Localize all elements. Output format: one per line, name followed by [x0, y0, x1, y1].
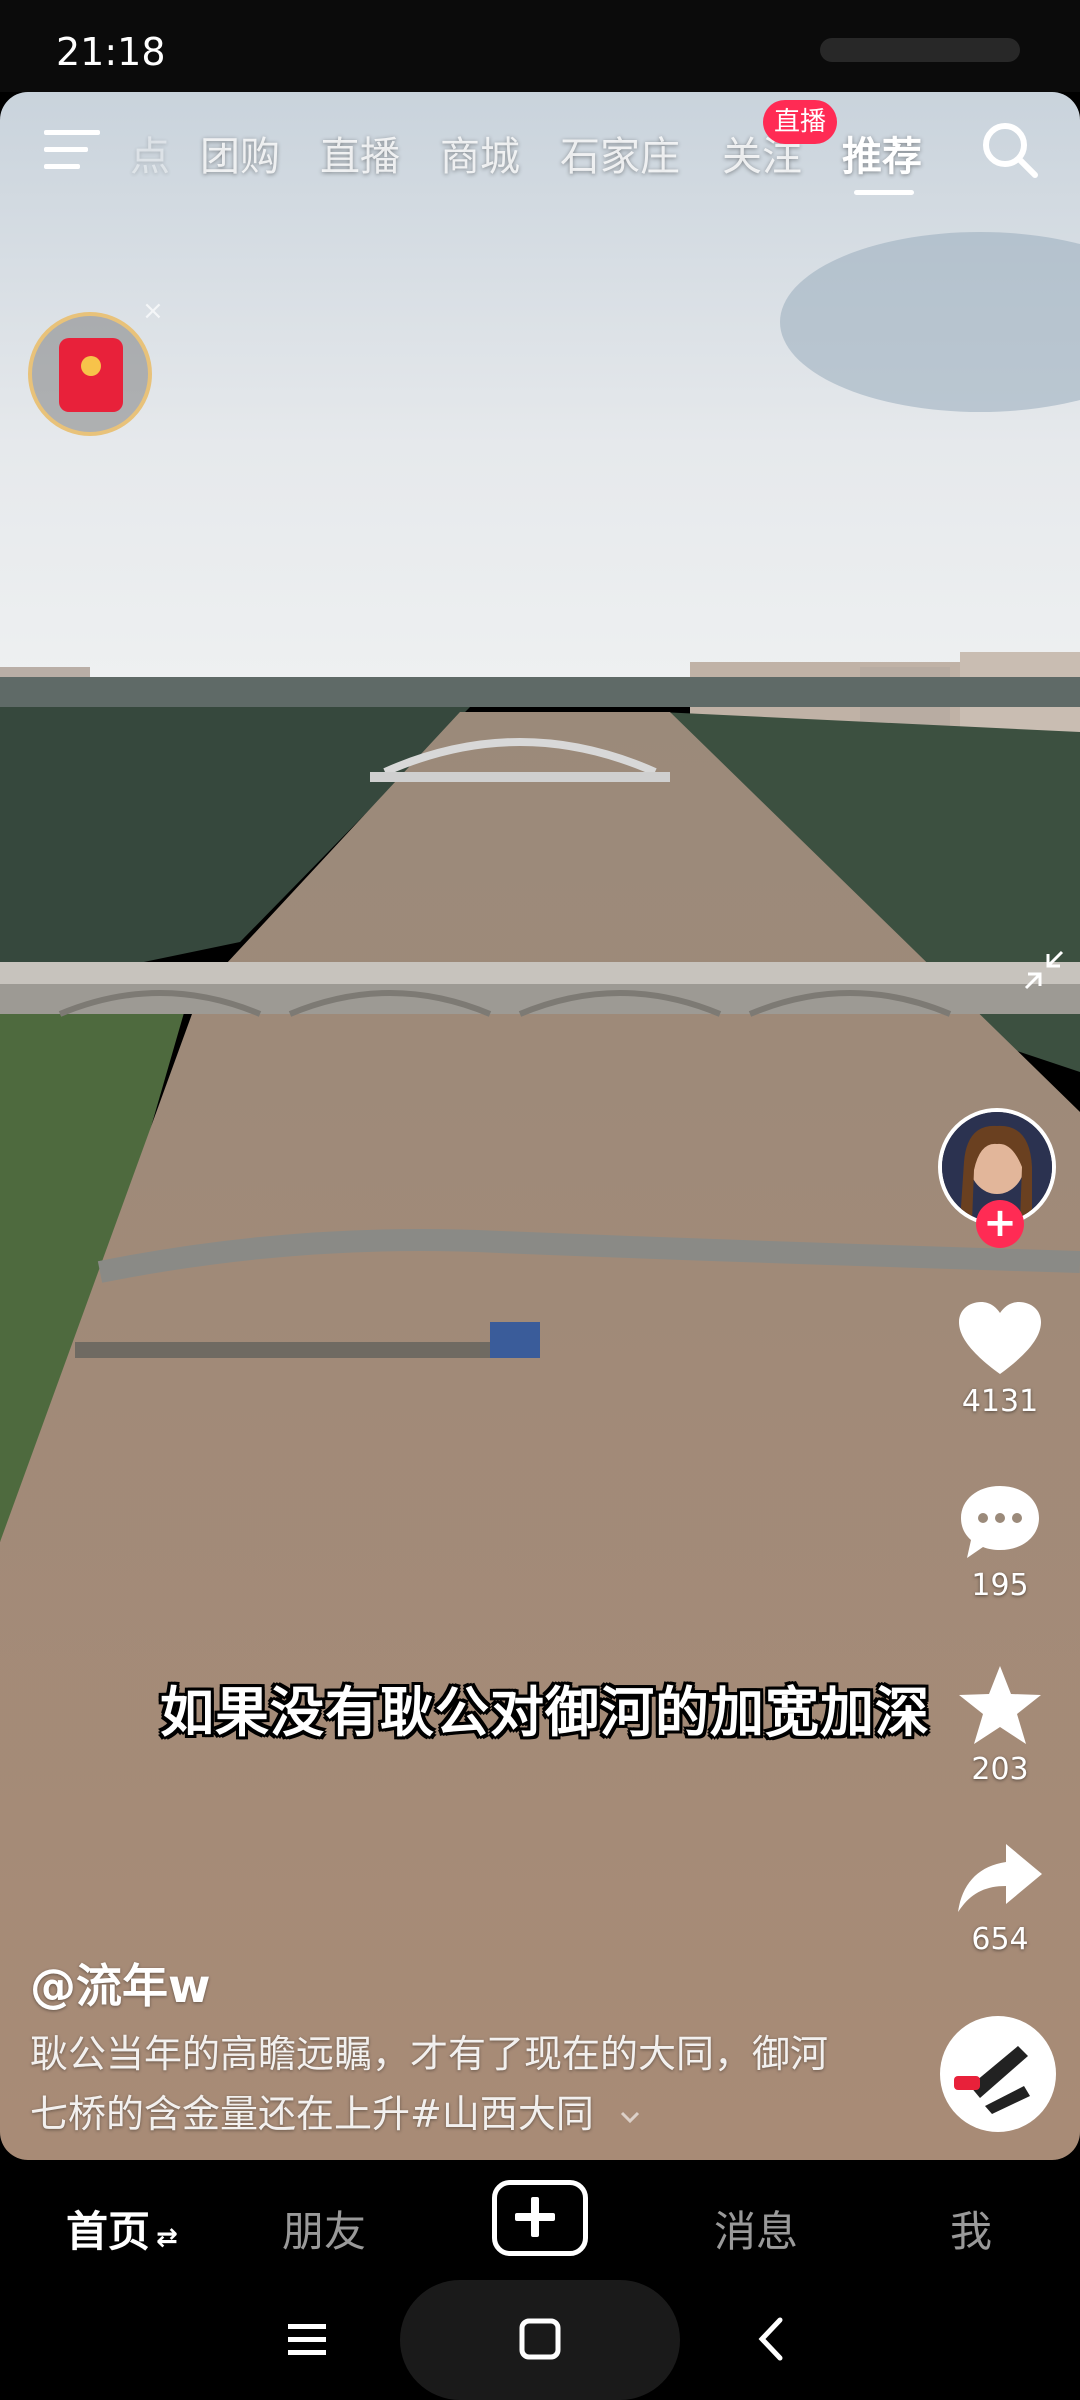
status-bar: 21:18 — [0, 0, 1080, 92]
music-disc-icon[interactable] — [940, 2016, 1056, 2132]
video-description[interactable]: 耿公当年的高瞻远瞩，才有了现在的大同，御河七桥的含金量还在上升#山西大同 — [30, 2024, 850, 2144]
comment-icon — [961, 1486, 1039, 1558]
live-badge: 直播 — [763, 100, 837, 144]
red-packet-icon — [59, 338, 123, 412]
tab-home-label: 首页 — [66, 2207, 151, 2256]
heart-icon — [959, 1302, 1041, 1374]
like-button[interactable]: 4131 — [940, 1300, 1060, 1419]
tab-live[interactable]: 直播 — [320, 124, 400, 182]
create-icon[interactable] — [492, 2180, 588, 2256]
swap-icon: ⇄ — [156, 2223, 178, 2253]
top-nav: 点 团购 直播 商城 石家庄 关注 推荐 — [0, 110, 1080, 195]
comment-count: 195 — [971, 1568, 1029, 1603]
share-button[interactable]: 654 — [940, 1840, 1060, 1957]
video-frame — [0, 92, 1080, 2160]
tab-home[interactable]: 首页 ⇄ — [66, 2198, 178, 2259]
tab-friends[interactable]: 朋友 — [282, 2198, 366, 2259]
status-time: 21:18 — [56, 30, 166, 74]
red-packet-widget[interactable] — [28, 312, 152, 436]
follow-button[interactable]: + — [976, 1200, 1024, 1248]
red-packet-coin — [81, 356, 101, 376]
bottom-tab-bar: 首页 ⇄ 朋友 消息 我 — [0, 2160, 1080, 2280]
music-disc-art — [942, 2018, 1054, 2130]
comment-button[interactable]: 195 — [940, 1482, 1060, 1603]
favorite-count: 203 — [971, 1752, 1029, 1787]
tab-nearby[interactable]: 点 — [130, 124, 170, 182]
chevron-down-icon[interactable] — [618, 2105, 642, 2129]
description-text: 耿公当年的高瞻远瞩，才有了现在的大同，御河七桥的含金量还在上升#山西大同 — [30, 2032, 829, 2136]
system-nav-bar — [0, 2280, 1080, 2400]
tab-group-buy[interactable]: 团购 — [200, 124, 280, 182]
collapse-icon[interactable] — [1024, 950, 1064, 990]
video-subtitle: 如果没有耿公对御河的加宽加深 — [160, 1681, 930, 1744]
close-icon[interactable]: × — [142, 296, 164, 326]
author-name[interactable]: @流年w — [30, 1950, 211, 2016]
recent-apps-icon[interactable] — [282, 2314, 332, 2364]
active-tab-indicator — [854, 190, 914, 195]
tab-recommend[interactable]: 推荐 — [842, 124, 922, 182]
tab-me[interactable]: 我 — [950, 2198, 992, 2259]
home-icon[interactable] — [515, 2314, 565, 2364]
share-count: 654 — [971, 1922, 1029, 1957]
like-count: 4131 — [961, 1384, 1039, 1419]
star-icon — [959, 1666, 1041, 1744]
share-icon — [958, 1844, 1042, 1912]
video-player[interactable] — [0, 92, 1080, 2160]
favorite-button[interactable]: 203 — [940, 1664, 1060, 1787]
status-icons — [820, 38, 1020, 62]
tab-city[interactable]: 石家庄 — [560, 124, 680, 182]
tab-mall[interactable]: 商城 — [440, 124, 520, 182]
menu-icon[interactable] — [44, 128, 100, 172]
search-icon[interactable] — [980, 120, 1040, 180]
tab-messages[interactable]: 消息 — [714, 2198, 798, 2259]
back-icon[interactable] — [748, 2314, 798, 2364]
